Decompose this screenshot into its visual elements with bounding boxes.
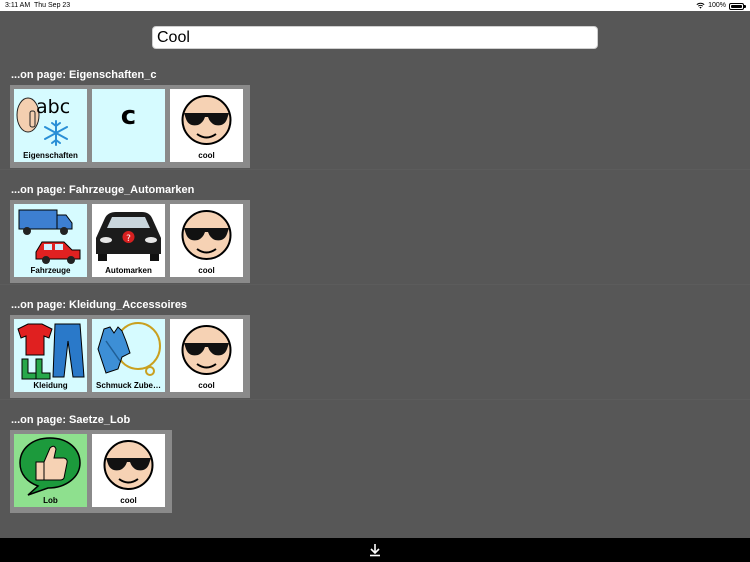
tile-kleidung[interactable]: Kleidung	[14, 319, 87, 392]
tile-row-eigenschaften: abc Eigenschaften c cool	[10, 85, 250, 168]
search-input[interactable]	[152, 26, 598, 49]
vehicles-icon	[18, 209, 81, 264]
svg-text:?: ?	[126, 234, 131, 244]
tile-caption: Automarken	[105, 266, 152, 275]
tile-cool[interactable]: cool	[170, 319, 243, 392]
tile-caption: cool	[198, 381, 215, 390]
tile-eigenschaften[interactable]: abc Eigenschaften	[14, 89, 87, 162]
download-arrow-icon[interactable]	[368, 543, 382, 557]
group-label-eigenschaften: ...on page: Eigenschaften_c	[11, 69, 157, 81]
status-time: 3:11 AM	[5, 2, 31, 9]
group-label-kleidung: ...on page: Kleidung_Accessoires	[11, 299, 188, 311]
tile-schmuck[interactable]: Schmuck Zube…	[92, 319, 165, 392]
car-brands-icon: ?	[96, 212, 161, 261]
wifi-icon	[696, 2, 705, 9]
tile-caption: Lob	[43, 496, 58, 505]
jewelry-accessories-icon	[97, 322, 161, 376]
bottom-bar	[0, 538, 750, 562]
tile-row-saetze-lob: Lob cool	[10, 430, 172, 513]
svg-text:abc: abc	[36, 96, 70, 118]
tile-letter-c[interactable]: c	[92, 89, 165, 162]
divider	[0, 284, 750, 285]
divider	[0, 169, 750, 170]
tile-caption: cool	[198, 151, 215, 160]
cool-face-icon	[181, 210, 232, 260]
letter-c-icon: c	[120, 101, 137, 131]
tile-cool[interactable]: cool	[170, 89, 243, 162]
battery-icon	[729, 3, 746, 10]
tile-caption: cool	[198, 266, 215, 275]
tile-automarken[interactable]: ? Automarken	[92, 204, 165, 277]
clothing-icon	[17, 323, 85, 380]
group-label-fahrzeuge: ...on page: Fahrzeuge_Automarken	[11, 184, 195, 196]
tile-caption: Eigenschaften	[23, 151, 78, 160]
tile-caption: Schmuck Zube…	[96, 381, 161, 390]
status-date: Thu Sep 23	[34, 2, 71, 9]
tile-cool[interactable]: cool	[170, 204, 243, 277]
status-bar: 3:11 AM Thu Sep 23 100%	[0, 0, 750, 11]
group-label-saetze-lob: ...on page: Saetze_Lob	[11, 414, 131, 426]
tile-caption: cool	[120, 496, 137, 505]
tile-caption: Fahrzeuge	[30, 266, 71, 275]
tile-row-fahrzeuge: Fahrzeuge ? Automarken cool	[10, 200, 250, 283]
status-right: 100%	[696, 0, 746, 11]
divider	[0, 399, 750, 400]
cool-face-icon	[103, 440, 154, 490]
tile-row-kleidung: Kleidung Schmuck Zube… cool	[10, 315, 250, 398]
tile-cool[interactable]: cool	[92, 434, 165, 507]
tile-caption: Kleidung	[33, 381, 68, 390]
cool-face-icon	[181, 325, 232, 375]
eigenschaften-icon: abc	[16, 96, 70, 146]
tile-fahrzeuge[interactable]: Fahrzeuge	[14, 204, 87, 277]
battery-percent: 100%	[708, 2, 726, 9]
tile-lob[interactable]: Lob	[14, 434, 87, 507]
thumbs-up-icon	[19, 437, 81, 496]
cool-face-icon	[181, 95, 232, 145]
